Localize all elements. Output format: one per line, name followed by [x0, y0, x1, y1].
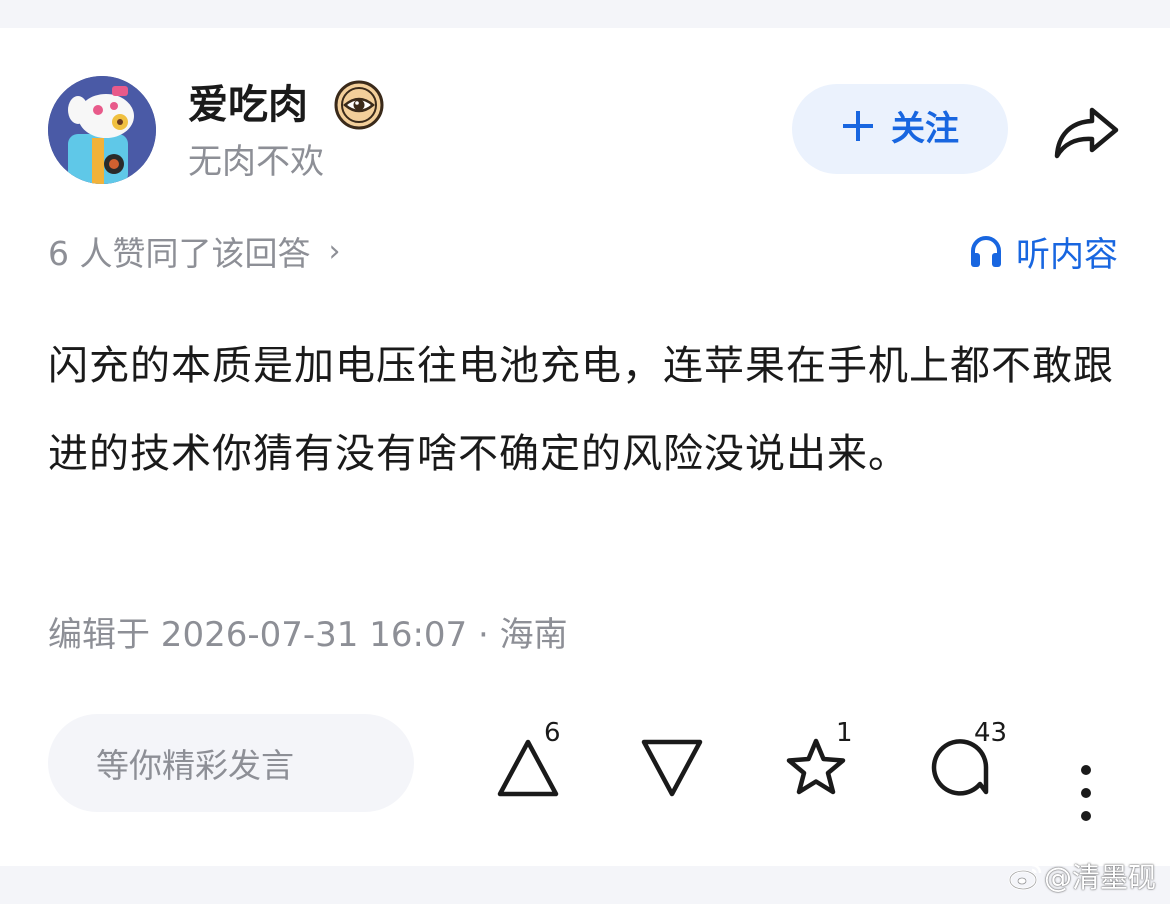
weibo-watermark: @清墨砚	[1008, 856, 1156, 896]
share-arrow-icon	[1054, 107, 1119, 159]
chevron-right-icon: ›	[328, 233, 341, 269]
eye-medal-icon[interactable]	[334, 80, 384, 130]
answer-card: 爱吃肉 无肉不欢 关注 6 人赞同了该回答 › 听内容 闪充的本质是加电压往电池…	[0, 28, 1170, 866]
downvote-button[interactable]	[640, 728, 720, 808]
downvote-icon	[641, 739, 703, 797]
headphones-icon	[971, 236, 1001, 267]
answer-body: 闪充的本质是加电压往电池充电，连苹果在手机上都不敢跟进的技术你猜有没有啥不确定的…	[48, 343, 1114, 477]
more-vertical-icon	[1081, 765, 1091, 821]
author-name[interactable]: 爱吃肉	[188, 80, 308, 130]
avatar-image	[48, 76, 156, 184]
weibo-icon	[1008, 863, 1042, 891]
more-options-button[interactable]	[1068, 758, 1104, 828]
plus-icon	[841, 109, 875, 150]
comment-button[interactable]: 43	[928, 720, 1008, 808]
share-button[interactable]	[1052, 104, 1122, 160]
follow-button[interactable]: 关注	[792, 84, 1008, 174]
upvote-button[interactable]: 6	[496, 720, 576, 808]
upvote-count: 6	[544, 718, 561, 748]
author-avatar[interactable]	[48, 76, 156, 184]
edit-timestamp: 编辑于 2026-07-31 16:07 · 海南	[48, 615, 568, 655]
favorite-button[interactable]: 1	[784, 720, 864, 808]
listen-label: 听内容	[1016, 234, 1118, 275]
likes-summary-link[interactable]: 6 人赞同了该回答 ›	[48, 228, 341, 274]
favorite-count: 1	[836, 718, 853, 748]
follow-label: 关注	[891, 109, 959, 149]
comment-count: 43	[974, 718, 1008, 748]
author-bio: 无肉不欢	[188, 142, 324, 182]
comment-input[interactable]: 等你精彩发言	[48, 714, 414, 812]
listen-button[interactable]: 听内容	[968, 228, 1118, 275]
likes-text: 6 人赞同了该回答	[48, 234, 311, 273]
watermark-text: @清墨砚	[1043, 861, 1156, 894]
